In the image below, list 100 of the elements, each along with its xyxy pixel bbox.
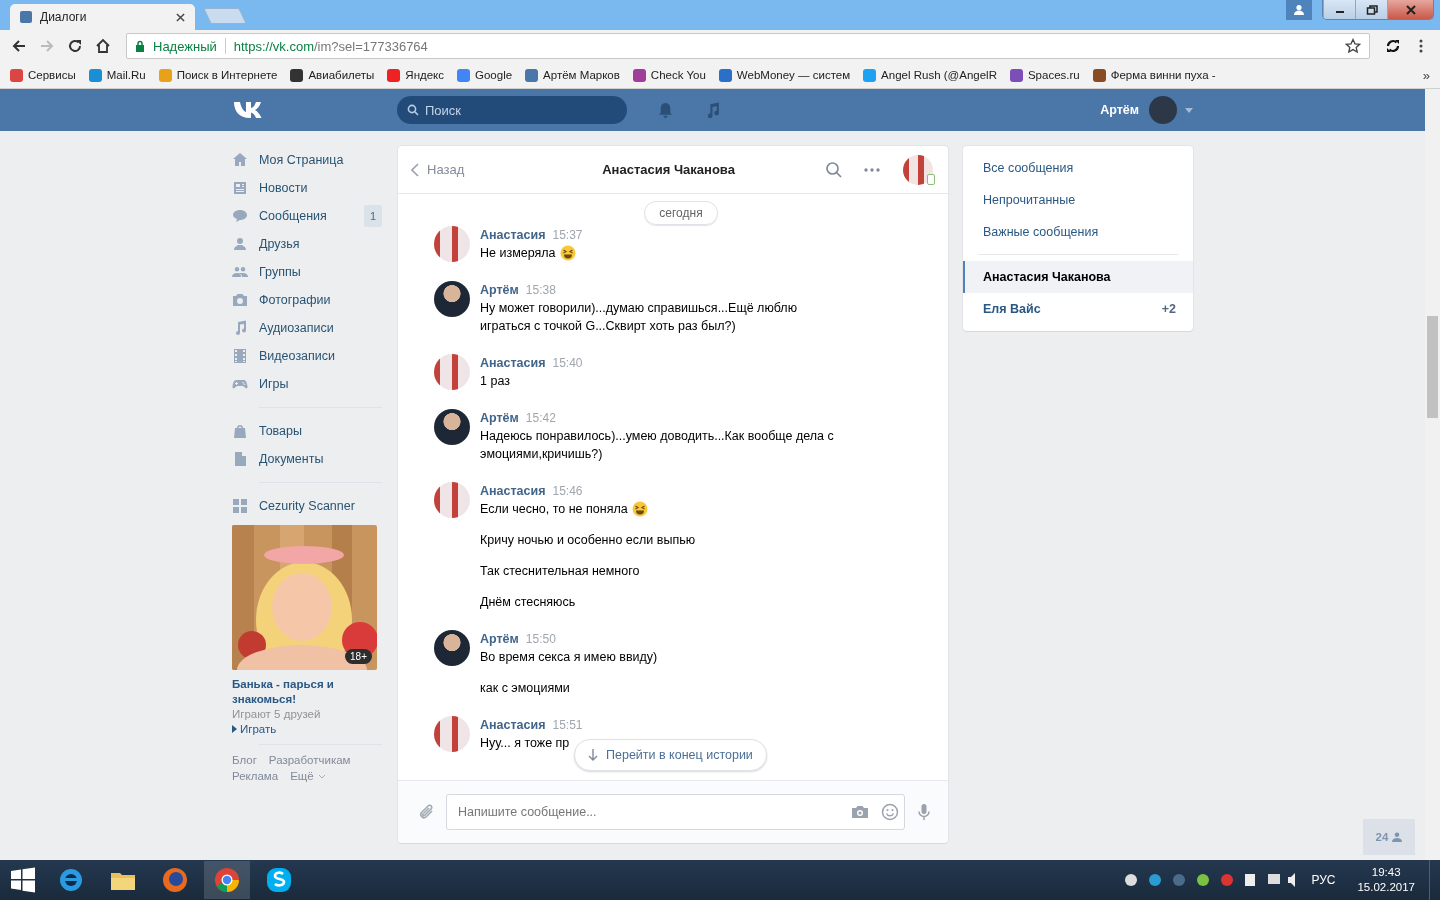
user-name[interactable]: Артём xyxy=(1100,103,1139,117)
profile-button[interactable] xyxy=(1286,0,1312,20)
bookmark-link[interactable]: Яндекс xyxy=(387,68,444,82)
filter-item[interactable]: Все сообщения xyxy=(963,152,1193,184)
camera-icon[interactable] xyxy=(232,292,248,308)
sidebar-item[interactable]: Игры xyxy=(232,370,382,398)
person-icon[interactable] xyxy=(232,236,248,252)
smiley-icon[interactable] xyxy=(881,803,899,821)
chat-app-icon[interactable] xyxy=(264,865,294,895)
play-icon[interactable] xyxy=(232,725,237,733)
author-link[interactable]: Артём xyxy=(480,630,519,648)
bookmark-link[interactable]: Angel Rush (@AngelR xyxy=(863,68,997,82)
clock-date[interactable]: 15.02.2017 xyxy=(1357,880,1415,895)
filter-item[interactable]: Непрочитанные xyxy=(963,184,1193,216)
grid-icon[interactable] xyxy=(232,498,248,514)
paperclip-icon[interactable] xyxy=(418,803,436,821)
search-icon xyxy=(407,104,419,116)
arrow-down-icon[interactable] xyxy=(588,749,598,761)
shopping-bag-icon[interactable] xyxy=(232,423,248,439)
message-text: Если чесно, то не поняла xyxy=(480,501,628,518)
sidebar-item[interactable]: Новости xyxy=(232,174,382,202)
author-link[interactable]: Артём xyxy=(480,409,519,427)
author-link[interactable]: Анастасия xyxy=(480,226,546,244)
chevron-left-icon[interactable] xyxy=(411,162,419,177)
newspaper-icon[interactable] xyxy=(232,180,248,196)
address-bar[interactable]: Надежный https://vk.com/im?sel=177336764 xyxy=(126,33,1370,59)
clock-time[interactable]: 19:43 xyxy=(1371,865,1401,880)
avatar[interactable] xyxy=(434,630,470,666)
jump-to-end-button[interactable]: Перейти в конец истории xyxy=(574,739,767,771)
message-time: 15:46 xyxy=(552,484,583,498)
fox-globe-icon[interactable] xyxy=(160,865,190,895)
system-tray-drawing[interactable] xyxy=(1122,871,1298,889)
search-field[interactable]: Поиск xyxy=(397,96,627,124)
bookmark-link[interactable]: Ферма винни пуха - xyxy=(1092,68,1216,82)
conversation-item[interactable]: Анастасия Чаканова xyxy=(963,261,1193,293)
message-text: Нуу... я тоже пр xyxy=(480,735,570,752)
person-icon[interactable] xyxy=(1293,4,1305,16)
sidebar-item[interactable]: Друзья xyxy=(232,230,382,258)
scrollbar[interactable] xyxy=(1425,89,1440,860)
bookmark-link[interactable]: Поиск в Интернете xyxy=(158,68,278,82)
search-icon[interactable] xyxy=(825,160,844,179)
bookmark-link[interactable]: WebMoney — систем xyxy=(718,68,851,82)
author-link[interactable]: Анастасия xyxy=(480,482,546,500)
speech-bubble-icon[interactable] xyxy=(232,208,248,224)
sidebar-item[interactable]: Аудиозаписи xyxy=(232,314,382,342)
contact-avatar[interactable] xyxy=(903,154,933,185)
film-strip-icon[interactable] xyxy=(232,348,248,364)
message-text: Во время секса я имею ввиду) xyxy=(480,649,658,666)
bookmark-link[interactable]: Артём Марков xyxy=(525,68,620,82)
author-link[interactable]: Артём xyxy=(480,281,519,299)
sidebar-item[interactable]: Сообщения 1 xyxy=(232,202,382,230)
minimize-button[interactable] xyxy=(1323,0,1355,19)
sidebar-item[interactable]: Группы xyxy=(232,258,382,286)
star-icon[interactable] xyxy=(1345,38,1361,54)
people-icon[interactable] xyxy=(232,264,248,280)
bookmark-icon[interactable] xyxy=(632,68,646,82)
chrome-icon[interactable] xyxy=(212,865,242,895)
bookmark-icon[interactable] xyxy=(290,68,304,82)
document-icon[interactable] xyxy=(232,451,248,467)
close-button[interactable] xyxy=(1387,0,1433,19)
user-avatar[interactable] xyxy=(1149,96,1177,124)
avatar[interactable] xyxy=(434,281,470,317)
browser-tab[interactable]: Диалоги xyxy=(10,4,195,30)
avatar[interactable] xyxy=(434,409,470,445)
ad-subtitle: Играют 5 друзей xyxy=(232,708,322,720)
unread-count: 1 xyxy=(364,205,382,227)
bookmark-icon[interactable] xyxy=(1092,68,1106,82)
close-icon[interactable] xyxy=(176,12,185,22)
sidebar-item[interactable]: Фотографии xyxy=(232,286,382,314)
sidebar-item[interactable]: Товары xyxy=(232,417,382,445)
bookmark-link[interactable]: Сервисы xyxy=(10,68,76,82)
bookmark-link[interactable]: Mail.Ru xyxy=(88,68,146,82)
message-input[interactable]: Напишите сообщение... xyxy=(446,794,905,830)
caret-icon[interactable] xyxy=(1185,107,1193,113)
play-link[interactable]: Играть xyxy=(240,723,277,735)
sidebar-item[interactable]: Видеозаписи xyxy=(232,342,382,370)
bookmark-icon[interactable] xyxy=(1009,68,1023,82)
message-text: Ну может говорили)...думаю справишься...Ещё люблю играться с точкой G...Сквирт хоть раз был?) xyxy=(480,300,799,335)
bookmark-link[interactable]: Spaces.ru xyxy=(1009,68,1080,82)
author-link[interactable]: Анастасия xyxy=(480,354,546,372)
bookmark-link[interactable]: Google xyxy=(457,68,513,82)
bookmark-link[interactable]: Авиабилеты xyxy=(290,68,375,82)
conversation-name: Еля Вайс xyxy=(983,302,1042,316)
close-icon[interactable] xyxy=(1404,3,1417,16)
message-time: 15:50 xyxy=(525,632,556,646)
restore-button[interactable] xyxy=(1355,0,1387,19)
sidebar-item[interactable]: Моя Страница xyxy=(232,146,382,174)
sidebar-item[interactable]: Cezurity Scanner xyxy=(232,492,382,520)
microphone-icon[interactable] xyxy=(915,803,933,821)
start-button[interactable] xyxy=(10,867,36,893)
sidebar-item[interactable]: Документы xyxy=(232,445,382,473)
language-indicator[interactable]: РУС xyxy=(1311,873,1336,887)
more-bookmarks-button[interactable]: » xyxy=(1422,67,1430,83)
restore-icon[interactable] xyxy=(1365,3,1378,16)
ad-title-link[interactable]: Банька - парься и знакомься! xyxy=(232,677,382,707)
filter-item[interactable]: Важные сообщения xyxy=(963,216,1193,248)
conversation-item[interactable]: Еля Вайс +2 xyxy=(963,293,1193,325)
author-link[interactable]: Анастасия xyxy=(480,716,546,734)
bookmark-link[interactable]: Check You xyxy=(632,68,706,82)
back-link[interactable]: Назад xyxy=(427,162,465,177)
